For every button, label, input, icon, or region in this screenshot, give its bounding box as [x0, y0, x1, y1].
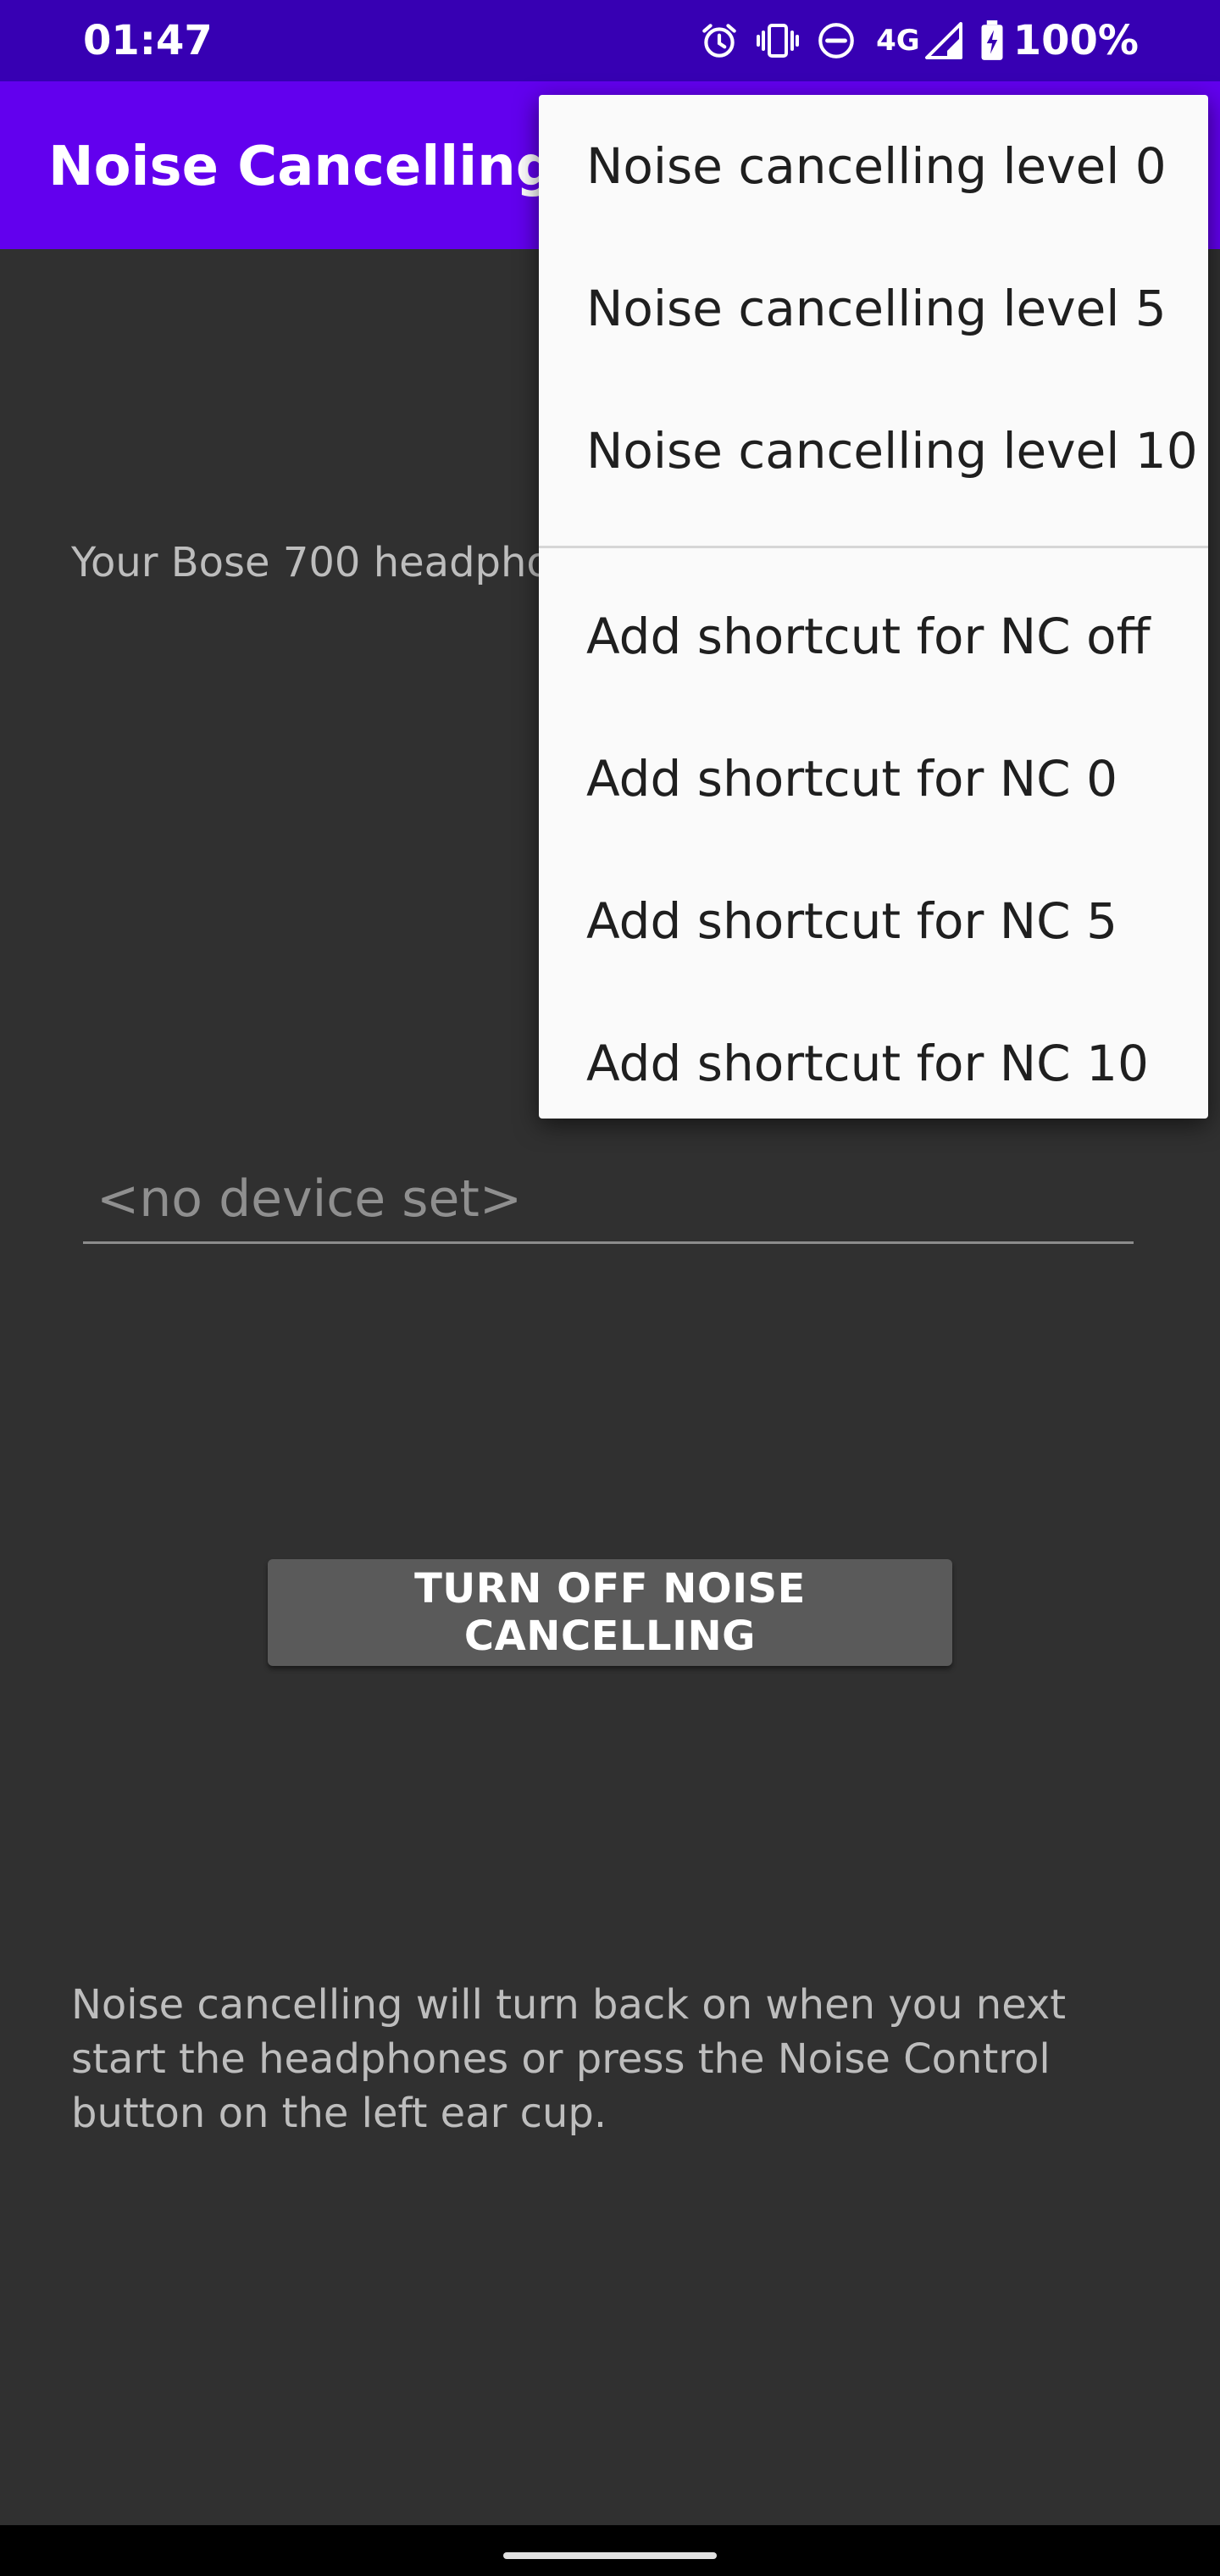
footer-note: Noise cancelling will turn back on when … — [71, 1981, 1067, 2137]
home-gesture-handle[interactable] — [503, 2552, 717, 2559]
device-input[interactable] — [83, 1156, 1134, 1244]
battery-percentage: 100% — [1012, 17, 1139, 64]
page-title: Noise Cancelling — [48, 136, 555, 198]
status-time: 01:47 — [83, 17, 213, 64]
menu-group-shortcuts: Add shortcut for NC off Add shortcut for… — [539, 565, 1208, 1119]
signal-icon — [923, 20, 964, 61]
menu-item-shortcut-nc-0[interactable]: Add shortcut for NC 0 — [539, 708, 1208, 850]
menu-group-levels: Noise cancelling level 0 Noise cancellin… — [539, 95, 1208, 522]
alarm-icon — [698, 19, 740, 62]
status-icons: 4G 100% — [683, 17, 1139, 64]
menu-item-nc-level-5[interactable]: Noise cancelling level 5 — [539, 237, 1208, 380]
network-label: 4G — [876, 24, 920, 58]
menu-item-nc-level-10[interactable]: Noise cancelling level 10 — [539, 380, 1208, 522]
menu-item-nc-level-0[interactable]: Noise cancelling level 0 — [539, 95, 1208, 237]
battery-charging-icon — [979, 19, 1005, 62]
menu-item-shortcut-nc-10[interactable]: Add shortcut for NC 10 — [539, 992, 1208, 1119]
do-not-disturb-icon — [815, 19, 857, 62]
menu-divider — [539, 546, 1208, 548]
overflow-menu: Noise cancelling level 0 Noise cancellin… — [539, 95, 1208, 1119]
status-bar: 01:47 4G 100% — [0, 0, 1220, 81]
turn-off-noise-cancelling-button[interactable]: TURN OFF NOISE CANCELLING — [268, 1559, 952, 1666]
menu-item-shortcut-nc-off[interactable]: Add shortcut for NC off — [539, 565, 1208, 708]
menu-item-shortcut-nc-5[interactable]: Add shortcut for NC 5 — [539, 850, 1208, 992]
vibrate-icon — [756, 19, 800, 62]
navigation-bar — [0, 2525, 1220, 2576]
